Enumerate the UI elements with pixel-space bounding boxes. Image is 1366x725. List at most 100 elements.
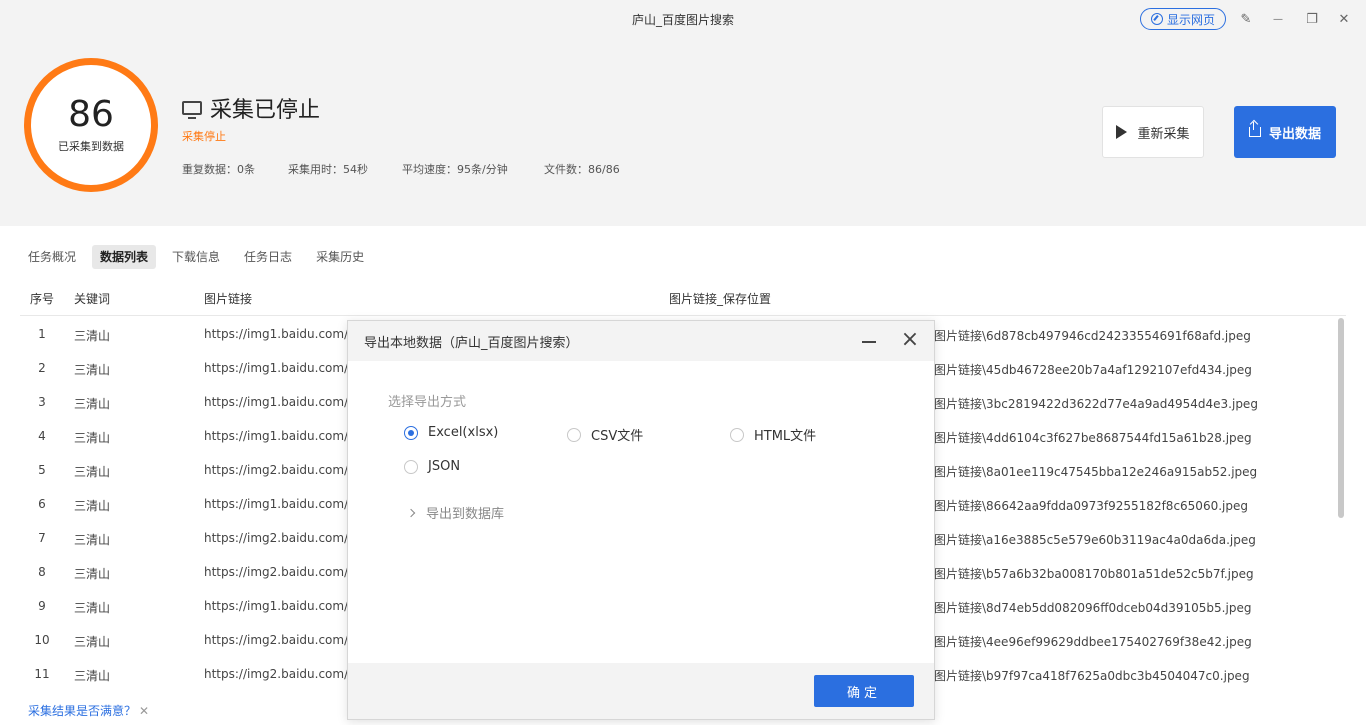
cell-index: 7: [38, 531, 46, 545]
tab-history[interactable]: 采集历史: [308, 245, 372, 269]
cell-save-path: 图片链接\b97f97ca418f7625a0dbc3b4504047c0.jp…: [934, 669, 1250, 683]
cell-keyword: 三清山: [74, 635, 111, 649]
tab-bar: 任务概况 数据列表 下载信息 任务日志 采集历史: [20, 245, 372, 269]
option-json[interactable]: JSON: [404, 459, 460, 474]
tab-task-log[interactable]: 任务日志: [236, 245, 300, 269]
dialog-footer: 确定: [348, 663, 934, 719]
feedback-close-icon[interactable]: ✕: [139, 704, 149, 718]
option-json-label: JSON: [428, 459, 461, 474]
cell-image-url: https://img1.baidu.com/it/u: [204, 599, 368, 613]
play-icon: [1116, 125, 1128, 139]
table-scrollbar[interactable]: [1338, 318, 1344, 518]
confirm-button[interactable]: 确定: [814, 675, 914, 707]
dialog-close-icon[interactable]: ×: [900, 329, 920, 351]
cell-index: 1: [38, 327, 46, 341]
restart-label: 重新采集: [1137, 126, 1190, 142]
task-stats: 重复数据：0条 采集用时：54秒 平均速度：95条/分钟 文件数：86/86: [182, 161, 620, 177]
export-data-button[interactable]: 导出数据: [1234, 106, 1336, 158]
cell-keyword: 三清山: [74, 567, 111, 581]
cell-index: 9: [38, 599, 46, 613]
task-header: 庐山_百度图片搜索 显示网页 ✎ — ❐ ✕ 86 已采集到数据 采集已停止 采…: [0, 0, 1366, 226]
task-status: 采集已停止: [182, 92, 320, 124]
edit-icon[interactable]: ✎: [1236, 9, 1256, 29]
cell-keyword: 三清山: [74, 329, 111, 343]
restart-button[interactable]: 重新采集: [1102, 106, 1204, 158]
option-html[interactable]: HTML文件: [730, 425, 816, 444]
feedback-prompt[interactable]: 采集结果是否满意？ ✕: [28, 702, 149, 719]
minimize-icon[interactable]: —: [1268, 9, 1288, 29]
show-web-label: 显示网页: [1166, 12, 1215, 27]
upload-icon: [1248, 122, 1261, 137]
tab-download-info[interactable]: 下载信息: [164, 245, 228, 269]
radio-unchecked-icon: [404, 459, 418, 474]
radio-unchecked-icon: [567, 427, 581, 442]
cell-save-path: 图片链接\3bc2819422d3622d77e4a9ad4954d4e3.jp…: [934, 397, 1258, 411]
close-icon[interactable]: ✕: [1334, 9, 1354, 29]
cell-index: 6: [38, 497, 46, 511]
chevron-right-icon: [406, 508, 416, 517]
export-to-database[interactable]: 导出到数据库: [406, 503, 504, 522]
cell-save-path: 图片链接\a16e3885c5e579e60b3119ac4a0da6da.jp…: [934, 533, 1256, 547]
stat-speed: 平均速度：95条/分钟: [402, 163, 508, 176]
dialog-minimize-icon[interactable]: [862, 341, 876, 343]
cell-save-path: 图片链接\6d878cb497946cd24233554691f68afd.jp…: [934, 329, 1251, 343]
cell-index: 5: [38, 463, 46, 477]
radio-unchecked-icon: [730, 427, 744, 442]
export-method-label: 选择导出方式: [388, 395, 467, 410]
cell-save-path: 图片链接\86642aa9fdda0973f9255182f8c65060.jp…: [934, 499, 1248, 513]
option-html-label: HTML文件: [754, 429, 817, 444]
cell-keyword: 三清山: [74, 533, 111, 547]
cell-save-path: 图片链接\8a01ee119c47545bba12e246a915ab52.jp…: [934, 465, 1258, 479]
cell-save-path: 图片链接\4ee96ef99629ddbee175402769f38e42.jp…: [934, 635, 1252, 649]
cell-save-path: 图片链接\45db46728ee20b7a4af1292107efd434.jp…: [934, 363, 1252, 377]
cell-index: 3: [38, 395, 46, 409]
cell-save-path: 图片链接\4dd6104c3f627be8687544fd15a61b28.jp…: [934, 431, 1252, 445]
option-csv[interactable]: CSV文件: [567, 425, 643, 444]
tab-data-list[interactable]: 数据列表: [92, 245, 157, 269]
cell-keyword: 三清山: [74, 601, 111, 615]
cell-image-url: https://img2.baidu.com/it/u: [204, 531, 368, 545]
collected-count-ring: 86 已采集到数据: [24, 58, 158, 192]
cell-image-url: https://img1.baidu.com/it/u: [204, 361, 368, 375]
cell-keyword: 三清山: [74, 363, 111, 377]
dialog-header: 导出本地数据（庐山_百度图片搜索） ×: [348, 321, 934, 361]
cell-keyword: 三清山: [74, 669, 111, 683]
stat-duplicates: 重复数据：0条: [182, 163, 255, 176]
show-web-button[interactable]: 显示网页: [1140, 8, 1226, 30]
column-header-keyword: 关键词: [74, 292, 111, 306]
cell-keyword: 三清山: [74, 397, 111, 411]
export-dialog: 导出本地数据（庐山_百度图片搜索） × 选择导出方式 Excel(xlsx) C…: [347, 320, 935, 720]
cell-image-url: https://img2.baidu.com/it/u: [204, 565, 368, 579]
sub-status: 采集停止: [182, 130, 226, 143]
tab-overview[interactable]: 任务概况: [20, 245, 84, 269]
radio-checked-icon: [404, 425, 418, 440]
cell-image-url: https://img2.baidu.com/it/u: [204, 667, 368, 681]
cell-index: 4: [38, 429, 46, 443]
column-header-image-url: 图片链接: [204, 292, 253, 306]
cell-keyword: 三清山: [74, 465, 111, 479]
option-excel[interactable]: Excel(xlsx): [404, 425, 498, 440]
cell-index: 10: [34, 633, 50, 647]
cell-image-url: https://img1.baidu.com/it/u: [204, 327, 368, 341]
export-label: 导出数据: [1268, 126, 1321, 142]
option-excel-label: Excel(xlsx): [428, 425, 499, 440]
header-divider: [20, 315, 1346, 316]
cell-index: 2: [38, 361, 46, 375]
cell-image-url: https://img1.baidu.com/it/u: [204, 497, 368, 511]
table-header: 序号 关键词 图片链接 图片链接_保存位置: [0, 290, 1366, 308]
cell-image-url: https://img1.baidu.com/it/u: [204, 429, 368, 443]
collected-count: 86: [68, 94, 114, 135]
status-text: 采集已停止: [210, 98, 321, 123]
cell-keyword: 三清山: [74, 499, 111, 513]
cell-image-url: https://img2.baidu.com/it/u: [204, 463, 368, 477]
stat-files: 文件数：86/86: [544, 163, 620, 176]
feedback-label: 采集结果是否满意？: [28, 704, 137, 718]
option-csv-label: CSV文件: [591, 429, 644, 444]
column-header-save-path: 图片链接_保存位置: [669, 292, 772, 306]
column-header-index: 序号: [30, 292, 55, 306]
restore-icon[interactable]: ❐: [1302, 9, 1322, 29]
monitor-icon: [182, 101, 202, 119]
compass-icon: [1150, 13, 1163, 25]
cell-image-url: https://img1.baidu.com/it/u: [204, 395, 368, 409]
stat-duration: 采集用时：54秒: [288, 163, 368, 176]
